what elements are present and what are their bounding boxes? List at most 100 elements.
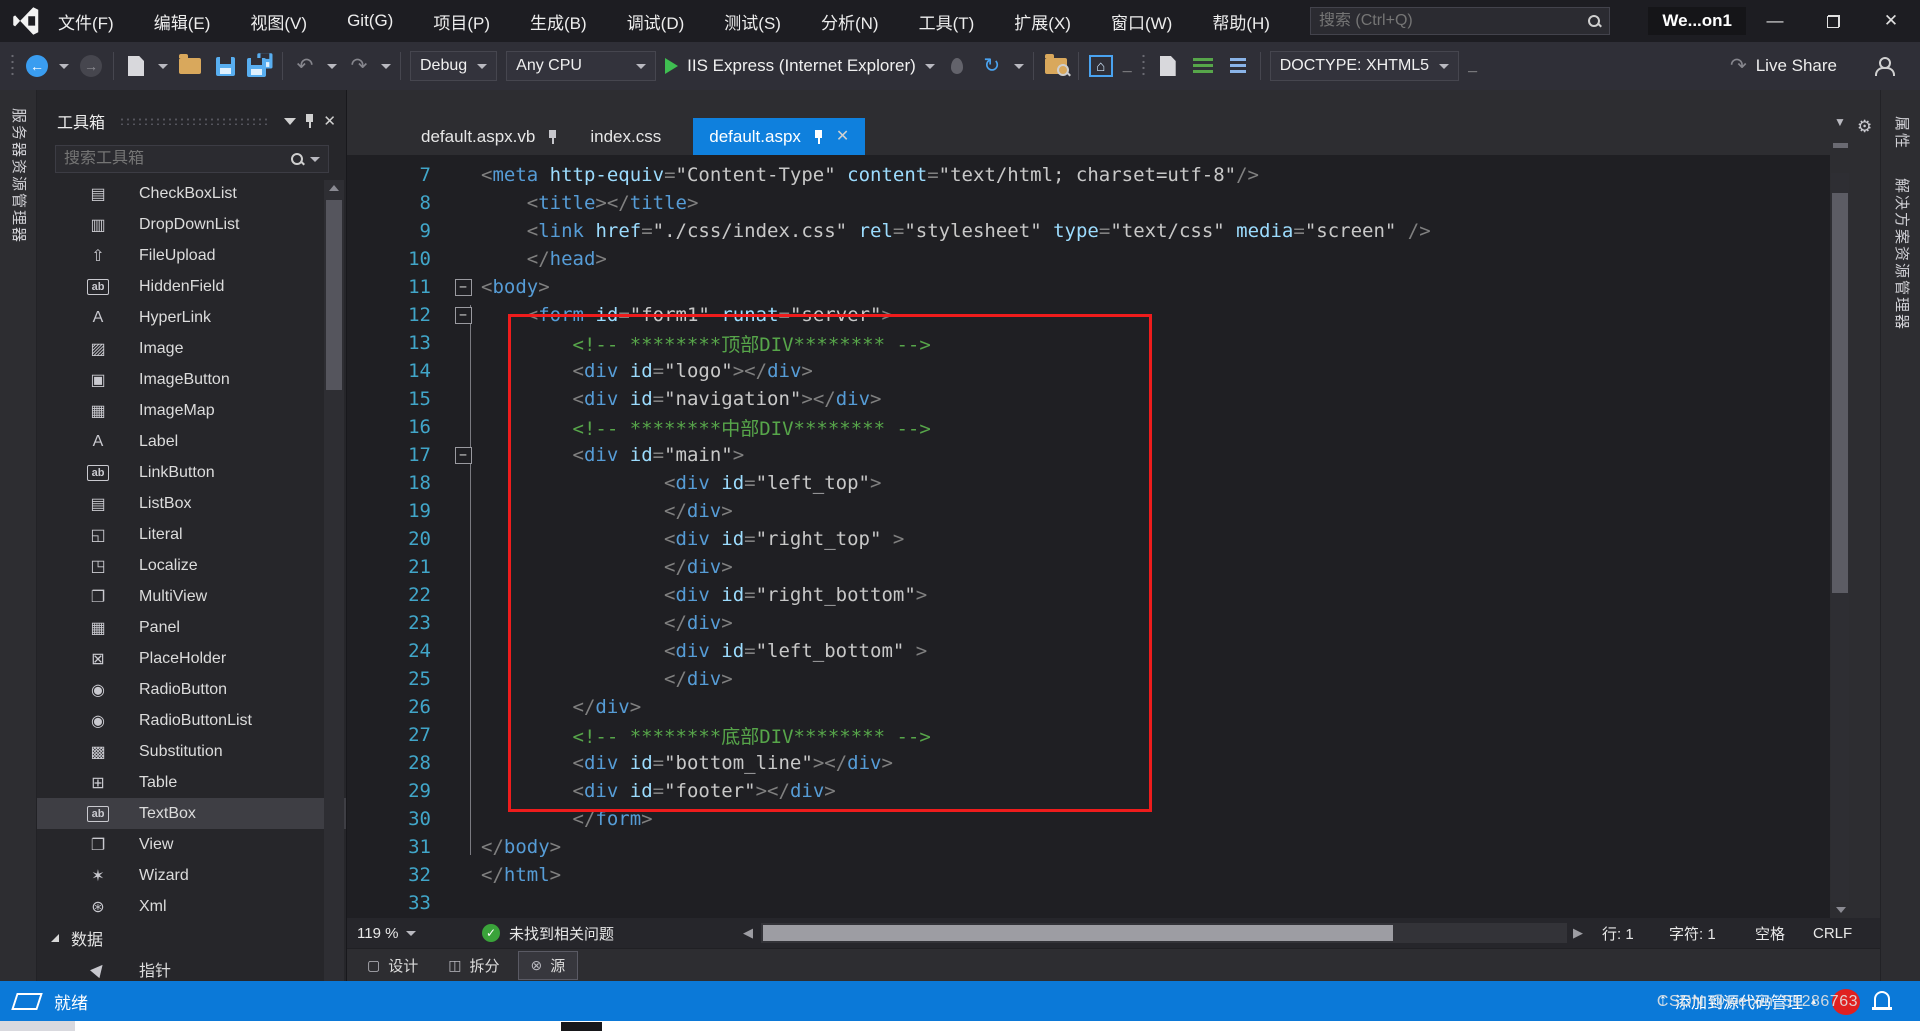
menu-item-GitG[interactable]: Git(G) (347, 11, 393, 31)
scrollbar-thumb[interactable] (326, 200, 342, 390)
back-dropdown-icon[interactable] (59, 64, 69, 69)
fold-collapse-icon[interactable] (445, 447, 481, 464)
menu-item-扩展X[interactable]: 扩展(X) (1014, 9, 1071, 34)
line-indicator[interactable]: 行: 1 (1602, 918, 1634, 948)
redo-button[interactable]: ↷ (346, 53, 372, 79)
toolbox-item-hiddenfield[interactable]: abHiddenField (37, 271, 346, 302)
undo-button[interactable]: ↶ (292, 53, 318, 79)
view-tab-源[interactable]: ⊗源 (518, 951, 579, 980)
gear-icon[interactable]: ⚙ (1857, 117, 1872, 137)
scroll-right-icon[interactable]: ▶ (1573, 918, 1583, 948)
add-collaborator-icon[interactable] (1870, 53, 1896, 79)
start-debugging-button[interactable]: IIS Express (Internet Explorer) (665, 56, 935, 76)
restore-button[interactable] (1804, 0, 1862, 42)
menu-item-生成B[interactable]: 生成(B) (530, 9, 587, 34)
scroll-up-icon[interactable] (324, 180, 344, 196)
toolbar-grip[interactable] (10, 53, 15, 79)
code-line-32[interactable]: 32</html> (347, 861, 1830, 889)
editor-tab-default.aspx.vb[interactable]: default.aspx.vb (405, 118, 574, 155)
space-indicator[interactable]: 空格 (1755, 918, 1785, 948)
scrollbar-thumb[interactable] (763, 925, 1393, 941)
toolbox-item-label[interactable]: ALabel (37, 426, 346, 457)
format-document-button[interactable] (1190, 53, 1216, 79)
menu-item-窗口W[interactable]: 窗口(W) (1111, 9, 1172, 34)
pin-icon[interactable] (547, 129, 558, 145)
toolbox-drag-area[interactable] (119, 117, 270, 125)
refresh-dropdown-icon[interactable] (1014, 64, 1024, 69)
menu-item-视图V[interactable]: 视图(V) (250, 9, 307, 34)
save-button[interactable] (212, 53, 238, 79)
doctype-dropdown[interactable]: DOCTYPE: XHTML5 (1270, 51, 1459, 81)
refresh-button[interactable]: ↻ (979, 53, 1005, 79)
code-editor[interactable]: 7<meta http-equiv="Content-Type" content… (347, 155, 1830, 918)
pin-icon[interactable] (813, 129, 824, 145)
editor-tab-index.css[interactable]: index.css (574, 118, 677, 155)
zoom-control[interactable]: 119 % (357, 918, 416, 948)
toolbox-item-imagebutton[interactable]: ▣ImageButton (37, 364, 346, 395)
toolbox-item-hyperlink[interactable]: AHyperLink (37, 302, 346, 333)
redo-dropdown-icon[interactable] (381, 64, 391, 69)
split-editor-handle[interactable] (1833, 143, 1848, 148)
toolbox-item-panel[interactable]: ▦Panel (37, 612, 346, 643)
browser-preview-button[interactable]: ⌂ (1088, 53, 1114, 79)
code-line-9[interactable]: 9 <link href="./css/index.css" rel="styl… (347, 217, 1830, 245)
menu-item-测试S[interactable]: 测试(S) (724, 9, 781, 34)
chevron-down-icon[interactable] (284, 118, 296, 125)
toolbox-item-localize[interactable]: ◳Localize (37, 550, 346, 581)
minimize-button[interactable]: — (1746, 0, 1804, 42)
chevron-down-icon[interactable]: ▼ (1834, 115, 1846, 129)
undo-dropdown-icon[interactable] (327, 64, 337, 69)
code-line-11[interactable]: 11<body> (347, 273, 1830, 301)
menu-item-工具T[interactable]: 工具(T) (919, 9, 975, 34)
editor-vertical-scrollbar[interactable]: ▼ (1830, 115, 1852, 918)
toolbox-item-fileupload[interactable]: ⇧FileUpload (37, 240, 346, 271)
run-target-dropdown-icon[interactable] (925, 64, 935, 69)
quick-search-box[interactable] (1310, 7, 1610, 35)
scroll-down-icon[interactable] (1830, 902, 1852, 918)
toolbox-search-input[interactable] (64, 150, 291, 168)
view-tab-拆分[interactable]: ◫拆分 (436, 952, 511, 979)
toolbox-item-image[interactable]: ▨Image (37, 333, 346, 364)
code-line-8[interactable]: 8 <title></title> (347, 189, 1830, 217)
toolbox-item-checkboxlist[interactable]: ▤CheckBoxList (37, 178, 346, 209)
new-project-button[interactable] (123, 53, 149, 79)
search-options-dropdown-icon[interactable] (310, 157, 320, 162)
solution-explorer-tab[interactable]: 解决方案资源管理器 (1892, 178, 1913, 331)
document-outline-button[interactable] (1155, 53, 1181, 79)
editor-tab-default.aspx[interactable]: default.aspx✕ (693, 118, 865, 155)
close-icon[interactable]: ✕ (323, 114, 336, 129)
toolbox-item-dropdownlist[interactable]: ▥DropDownList (37, 209, 346, 240)
toolbox-item-radiobuttonlist[interactable]: ◉RadioButtonList (37, 705, 346, 736)
scrollbar-track[interactable] (1831, 173, 1849, 902)
eol-indicator[interactable]: CRLF (1813, 918, 1852, 948)
toolbox-item-imagemap[interactable]: ▦ImageMap (37, 395, 346, 426)
search-input[interactable] (1319, 12, 1588, 30)
toolbox-scrollbar[interactable] (324, 180, 344, 1031)
toolbox-category-data[interactable]: 数据 (37, 922, 346, 953)
toolbox-item-multiview[interactable]: ❐MultiView (37, 581, 346, 612)
scrollbar-thumb[interactable] (1832, 193, 1848, 593)
bell-icon[interactable] (1874, 991, 1890, 1007)
char-indicator[interactable]: 字符: 1 (1669, 918, 1716, 948)
menu-item-文件F[interactable]: 文件(F) (58, 9, 114, 34)
code-line-7[interactable]: 7<meta http-equiv="Content-Type" content… (347, 161, 1830, 189)
toolbox-search-box[interactable] (55, 145, 329, 173)
pin-icon[interactable] (304, 113, 315, 129)
code-line-10[interactable]: 10 </head> (347, 245, 1830, 273)
fold-collapse-icon[interactable] (445, 279, 481, 296)
close-button[interactable]: ✕ (1862, 0, 1920, 42)
server-explorer-tab[interactable]: 服务器资源管理器 (9, 108, 30, 244)
live-share-button[interactable]: ↷ Live Share (1730, 56, 1837, 76)
toolbox-item-wizard[interactable]: ✶Wizard (37, 860, 346, 891)
scroll-left-icon[interactable]: ◀ (743, 918, 753, 948)
fold-collapse-icon[interactable] (445, 307, 481, 324)
view-tab-设计[interactable]: ▢设计 (355, 952, 430, 979)
toolbox-item-placeholder[interactable]: ⊠PlaceHolder (37, 643, 346, 674)
menu-item-项目P[interactable]: 项目(P) (433, 9, 490, 34)
navigate-back-button[interactable]: ← (24, 53, 50, 79)
solution-platform-dropdown[interactable]: Any CPU (506, 51, 656, 81)
editor-horizontal-scrollbar[interactable] (761, 923, 1567, 943)
health-indicator[interactable]: ✓ 未找到相关问题 (482, 918, 614, 948)
toolbox-item-textbox[interactable]: abTextBox (37, 798, 346, 829)
toolbox-item-pointer[interactable]: ▶指针 (37, 953, 346, 980)
